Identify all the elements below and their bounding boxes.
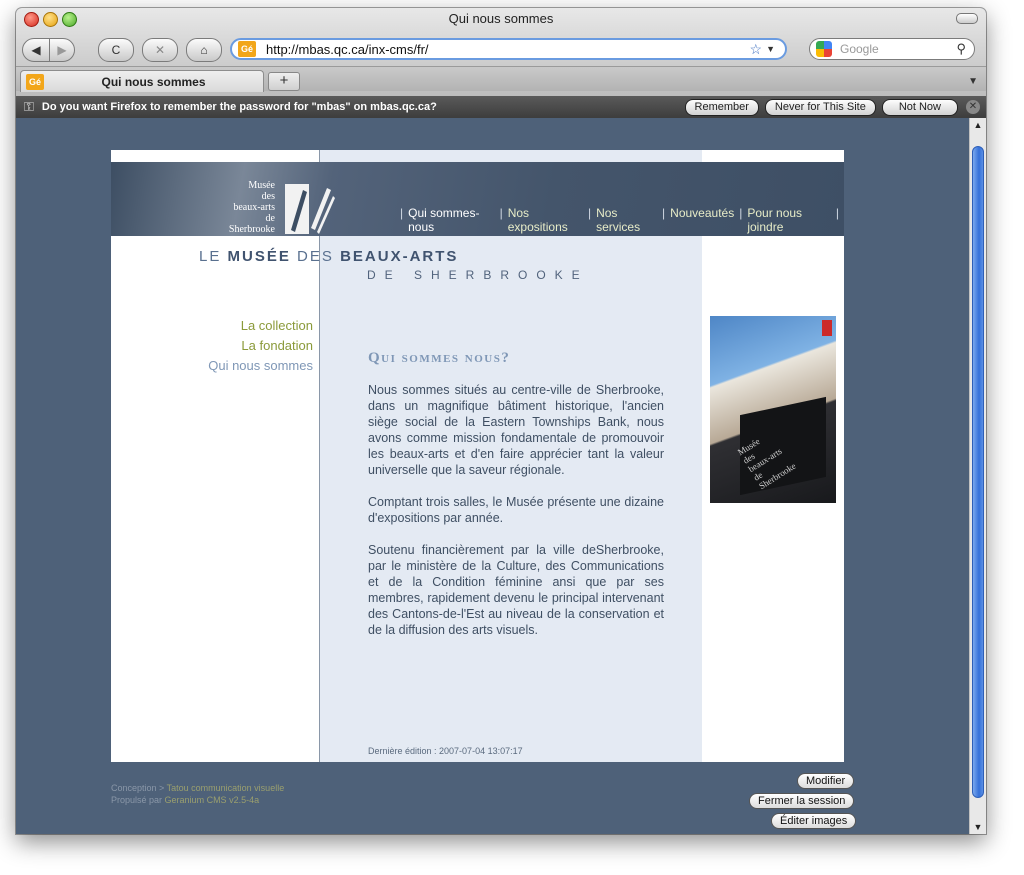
- password-notification-bar: ⚿ Do you want Firefox to remember the pa…: [16, 96, 986, 118]
- site-banner: Musée des beaux-arts de Sherbrooke | Qui…: [111, 162, 844, 236]
- page-heading: Qui sommes nous?: [368, 350, 511, 366]
- logo-line: Sherbrooke: [228, 224, 275, 235]
- top-navigation: | Qui sommes-nous | Nos expositions | No…: [400, 206, 839, 234]
- remember-button[interactable]: Remember: [684, 98, 759, 116]
- vertical-scrollbar[interactable]: ▲ ▼: [969, 118, 986, 834]
- window-title: Qui nous sommes: [448, 11, 554, 26]
- site-favicon: Gé: [238, 41, 256, 57]
- museum-building-photo: Musée des beaux-arts de Sherbrooke: [710, 316, 836, 503]
- back-button[interactable]: ◀: [22, 38, 50, 62]
- home-icon: ⌂: [200, 43, 208, 57]
- tab-bar: Gé Qui nous sommes + ▼: [16, 66, 986, 92]
- paragraph: Comptant trois salles, le Musée présente…: [368, 495, 664, 525]
- back-icon: ◀: [31, 43, 41, 57]
- last-edit-date: Dernière édition : 2007-07-04 13:07:17: [368, 746, 523, 756]
- tab-active[interactable]: Gé Qui nous sommes: [20, 70, 264, 92]
- tab-favicon: Gé: [26, 73, 44, 90]
- title-beaux-arts: BEAUX-ARTS: [340, 248, 459, 265]
- bookmark-star-icon[interactable]: ☆: [750, 41, 763, 58]
- notification-text: Do you want Firefox to remember the pass…: [41, 101, 437, 113]
- site-title: LE MUSÉE DES BEAUX-ARTS: [199, 248, 458, 265]
- title-bar: Qui nous sommes ◀ ▶ C ✕ ⌂ Gé http://mbas…: [16, 8, 986, 96]
- scroll-up-icon[interactable]: ▲: [970, 120, 986, 130]
- stop-icon: ✕: [154, 43, 166, 57]
- conception-label: Conception >: [111, 783, 165, 793]
- main-content: Qui sommes nous? Nous sommes situés au c…: [368, 350, 664, 654]
- conception-link[interactable]: Tatou communication visuelle: [167, 783, 285, 793]
- tab-list-icon[interactable]: ▼: [968, 76, 978, 87]
- url-bar[interactable]: Gé http://mbas.qc.ca/inx-cms/fr/ ☆ ▼: [230, 38, 787, 60]
- cms-link[interactable]: Geranium CMS v2.5-4a: [165, 795, 260, 805]
- search-box[interactable]: Google ⚲: [809, 38, 975, 60]
- side-nav-fondation[interactable]: La fondation: [171, 336, 313, 356]
- paragraph: Nous sommes situés au centre-ville de Sh…: [368, 383, 664, 477]
- nav-nouveautes[interactable]: Nouveautés: [670, 206, 734, 234]
- modify-button[interactable]: Modifier: [797, 773, 855, 789]
- scrollbar-thumb[interactable]: [972, 146, 984, 798]
- site-footer: Conception > Tatou communication visuell…: [111, 782, 284, 806]
- search-input[interactable]: Google: [840, 42, 956, 56]
- forward-icon: ▶: [57, 43, 67, 57]
- stop-button[interactable]: ✕: [142, 38, 178, 62]
- not-now-button[interactable]: Not Now: [881, 98, 958, 116]
- forward-button[interactable]: ▶: [49, 38, 75, 62]
- logo-line: de: [265, 213, 275, 224]
- history-dropdown-icon[interactable]: ▼: [766, 44, 775, 54]
- flag: [822, 320, 832, 336]
- toolbar-toggle-button[interactable]: [956, 13, 978, 24]
- web-page: Musée des beaux-arts de Sherbrooke | Qui…: [111, 150, 844, 762]
- side-nav-collection[interactable]: La collection: [171, 316, 313, 336]
- logo-line: Musée: [248, 180, 275, 191]
- url-text[interactable]: http://mbas.qc.ca/inx-cms/fr/: [266, 42, 750, 57]
- nav-nos-services[interactable]: Nos services: [596, 206, 657, 234]
- title-le: LE: [199, 248, 222, 265]
- paragraph: Soutenu financièrement par la ville deSh…: [368, 543, 664, 637]
- logout-button[interactable]: Fermer la session: [749, 793, 855, 809]
- nav-pour-nous-joindre[interactable]: Pour nous joindre: [747, 206, 831, 234]
- close-notification-icon[interactable]: ✕: [966, 100, 980, 114]
- home-button[interactable]: ⌂: [186, 38, 222, 62]
- powered-by-label: Propulsé par: [111, 795, 163, 805]
- title-des: DES: [297, 248, 334, 265]
- search-engine-icon[interactable]: [816, 41, 832, 57]
- scroll-down-icon[interactable]: ▼: [970, 822, 986, 832]
- side-nav-qui-nous-sommes[interactable]: Qui nous sommes: [171, 356, 313, 376]
- reload-icon: C: [111, 43, 121, 57]
- tab-title: Qui nous sommes: [101, 74, 206, 89]
- key-icon: ⚿: [24, 99, 34, 114]
- search-icon[interactable]: ⚲: [956, 41, 966, 57]
- site-logo-text[interactable]: Musée des beaux-arts de Sherbrooke: [211, 180, 275, 235]
- never-for-site-button[interactable]: Never for This Site: [764, 98, 876, 116]
- edit-images-button[interactable]: Éditer images: [771, 813, 857, 829]
- site-subtitle: DE SHERBROOKE: [367, 268, 589, 282]
- museum-logo-icon[interactable]: [281, 180, 337, 238]
- logo-line: beaux-arts: [233, 202, 275, 213]
- side-navigation: La collection La fondation Qui nous somm…: [171, 316, 313, 376]
- new-tab-button[interactable]: +: [268, 72, 300, 91]
- logo-line: des: [261, 191, 275, 202]
- title-musee: MUSÉE: [227, 248, 291, 265]
- nav-qui-sommes-nous[interactable]: Qui sommes-nous: [408, 206, 494, 234]
- nav-nos-expositions[interactable]: Nos expositions: [508, 206, 583, 234]
- reload-button[interactable]: C: [98, 38, 134, 62]
